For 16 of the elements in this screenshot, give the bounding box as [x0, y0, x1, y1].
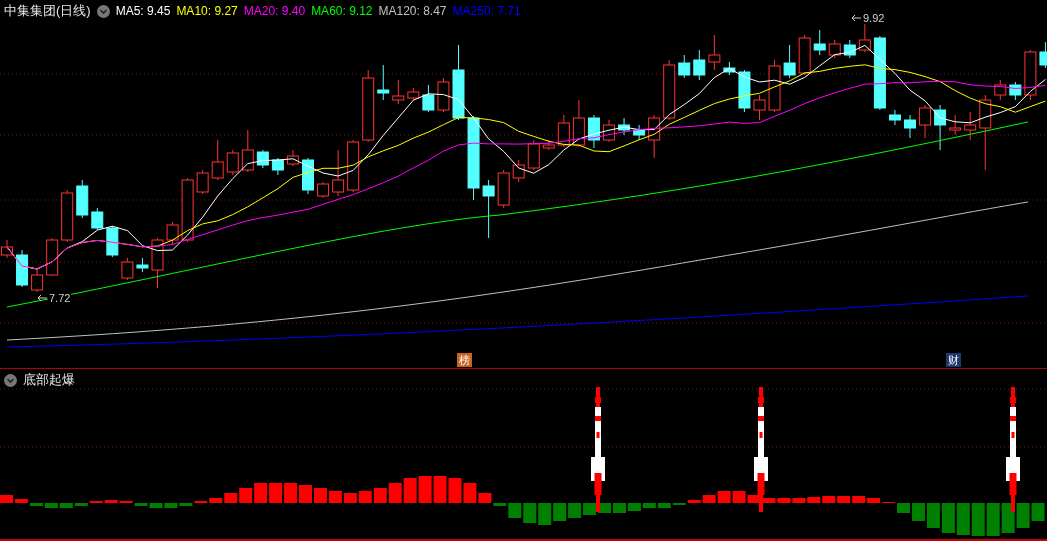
- stock-title: 中集集团(日线): [4, 2, 91, 20]
- event-badge[interactable]: 财: [946, 353, 961, 367]
- moving-average-value: MA60: 9.12: [311, 4, 373, 18]
- arrow-icon: [37, 294, 47, 302]
- moving-average-value: MA250: 7.71: [452, 4, 521, 18]
- price-label: 7.72: [48, 292, 72, 304]
- event-badge[interactable]: 榜: [457, 353, 472, 367]
- arrow-icon: [851, 14, 861, 22]
- moving-average-value: MA5: 9.45: [115, 4, 171, 18]
- collapse-icon[interactable]: [4, 373, 17, 387]
- moving-average-value: MA120: 8.47: [378, 4, 447, 18]
- indicator-title: 底部起爆: [23, 371, 75, 389]
- collapse-icon[interactable]: [96, 4, 110, 18]
- price-label: 9.92: [862, 12, 886, 24]
- moving-average-value: MA10: 9.27: [176, 4, 238, 18]
- moving-average-value: MA20: 9.40: [243, 4, 306, 18]
